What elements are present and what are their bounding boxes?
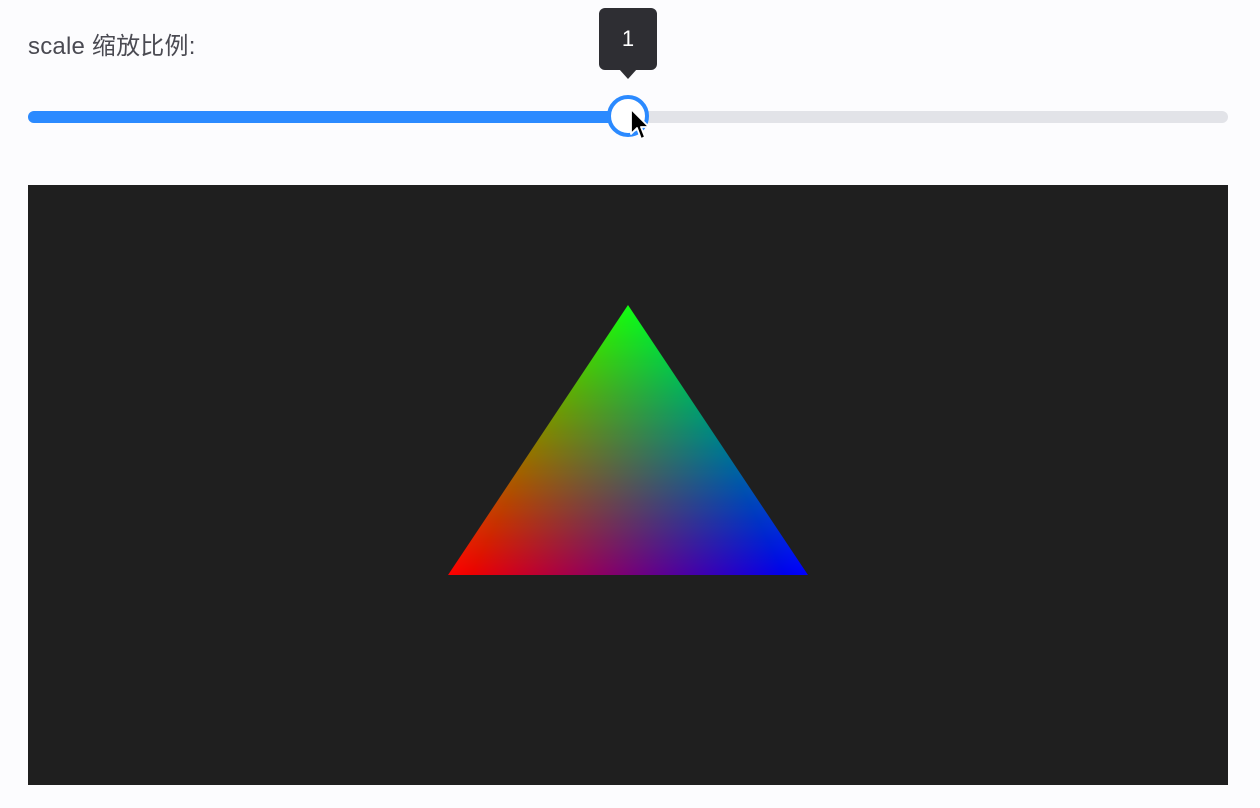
slider-value-text: 1	[621, 26, 635, 51]
slider-value-tooltip: 1	[599, 8, 657, 79]
page: scale 缩放比例: 1	[0, 0, 1260, 808]
scale-label: scale 缩放比例:	[28, 33, 196, 60]
color-triangle	[448, 305, 808, 575]
slider-fill	[28, 111, 628, 123]
slider-thumb[interactable]	[607, 95, 649, 137]
tooltip-arrow	[619, 69, 637, 79]
webgl-canvas	[28, 185, 1228, 785]
scale-slider[interactable]: 1	[28, 8, 1228, 137]
triangle-scene	[448, 305, 808, 575]
